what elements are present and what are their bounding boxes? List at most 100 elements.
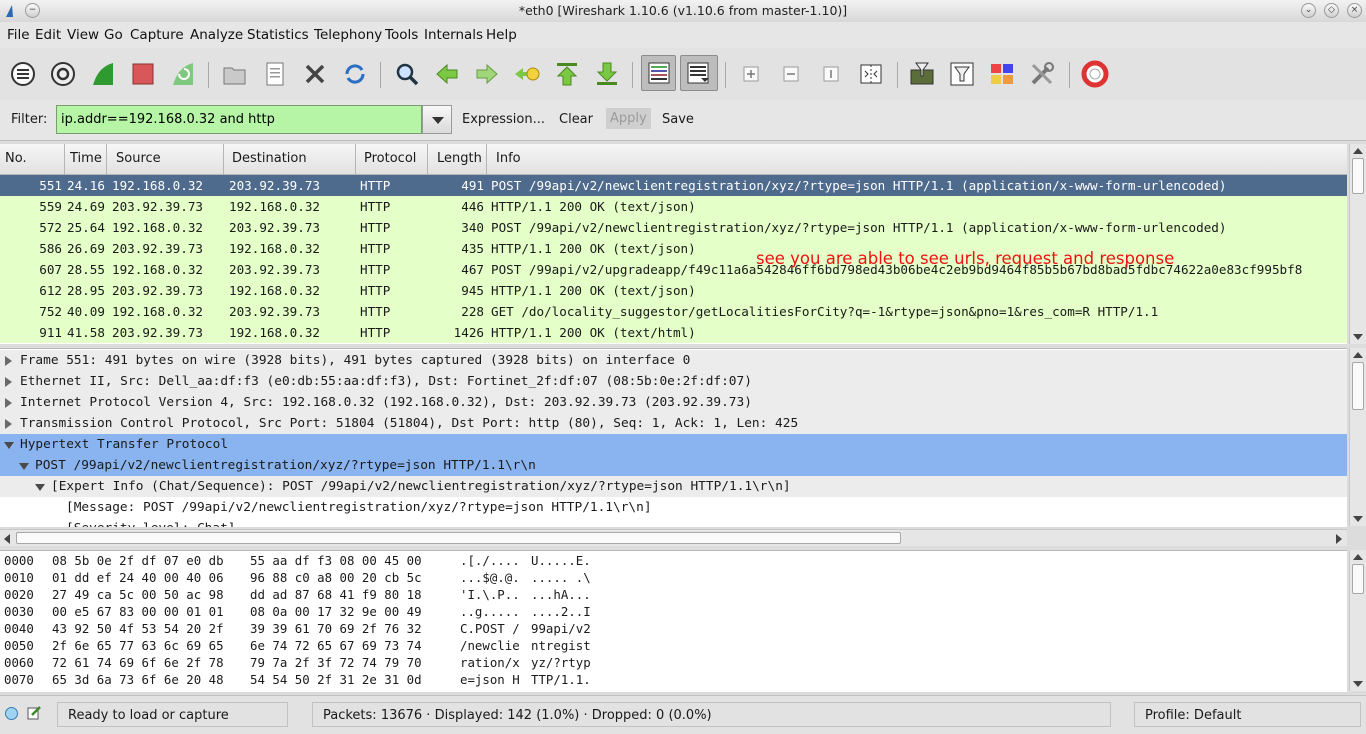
maximize-button[interactable]: ◇ <box>1324 3 1339 18</box>
tree-item-tcp[interactable]: Transmission Control Protocol, Src Port:… <box>0 413 1347 434</box>
zoom-in-icon[interactable] <box>737 60 765 88</box>
packet-list-scrollbar[interactable] <box>1349 144 1366 344</box>
help-icon[interactable] <box>1081 60 1109 88</box>
details-horizontal-scrollbar[interactable] <box>0 529 1347 546</box>
expand-arrow-icon[interactable] <box>5 377 12 387</box>
menu-view[interactable]: View <box>67 27 99 43</box>
go-back-icon[interactable] <box>433 60 461 88</box>
expand-arrow-icon[interactable] <box>5 419 12 429</box>
open-file-icon[interactable] <box>221 60 249 88</box>
display-filter-input[interactable] <box>56 105 422 134</box>
apply-filter-button[interactable]: Apply <box>606 108 651 129</box>
collapse-arrow-icon[interactable] <box>19 463 29 470</box>
hex-bytes-left: 27 49 ca 5c 00 50 ac 98 <box>52 587 224 602</box>
expand-arrow-icon[interactable] <box>5 398 12 408</box>
scroll-down-arrow-icon[interactable] <box>1353 334 1363 340</box>
clear-filter-button[interactable]: Clear <box>559 112 593 127</box>
scrollbar-thumb[interactable] <box>1352 362 1364 410</box>
scroll-down-arrow-icon[interactable] <box>1353 681 1363 687</box>
scroll-down-arrow-icon[interactable] <box>1353 516 1363 522</box>
scroll-up-arrow-icon[interactable] <box>1353 148 1363 154</box>
packet-row[interactable]: 612 28.95 203.92.39.73 192.168.0.32 HTTP 945 H… <box>0 280 1347 301</box>
menu-telephony[interactable]: Telephony <box>314 27 382 43</box>
scroll-up-arrow-icon[interactable] <box>1353 352 1363 358</box>
tree-item-message[interactable]: [Message: POST /99api/v2/newclientregist… <box>0 497 1347 518</box>
tree-item-ip[interactable]: Internet Protocol Version 4, Src: 192.16… <box>0 392 1347 413</box>
tree-item-severity[interactable]: [Severity level: Chat] <box>0 518 1347 527</box>
tree-item-frame[interactable]: Frame 551: 491 bytes on wire (3928 bits)… <box>0 350 1347 371</box>
details-scrollbar[interactable] <box>1349 348 1366 526</box>
go-to-packet-icon[interactable] <box>513 60 541 88</box>
menu-file[interactable]: File <box>7 27 30 43</box>
scrollbar-thumb[interactable] <box>16 532 901 544</box>
packet-row[interactable]: 752 40.09 192.168.0.32 203.92.39.73 HTTP 228 G… <box>0 301 1347 322</box>
minimize-button[interactable]: ⌄ <box>1301 3 1316 18</box>
reload-icon[interactable] <box>341 60 369 88</box>
capture-comment-icon[interactable] <box>26 705 42 721</box>
packet-cell-length: 340 <box>461 220 484 235</box>
display-filters-icon[interactable] <box>948 60 976 88</box>
scrollbar-thumb[interactable] <box>1352 564 1364 594</box>
packet-bytes-pane[interactable]: 0000 08 5b 0e 2f df 07 e0 db 55 aa df f3 0… <box>0 550 1347 692</box>
menu-go[interactable]: Go <box>104 27 123 43</box>
menu-internals[interactable]: Internals <box>424 27 483 43</box>
packet-cell-protocol: HTTP <box>360 241 391 256</box>
expression-button[interactable]: Expression... <box>462 112 545 127</box>
column-header-source[interactable]: Source <box>107 144 224 174</box>
collapse-arrow-icon[interactable] <box>4 442 14 449</box>
menu-tools[interactable]: Tools <box>385 27 418 43</box>
tree-item-http-request-line[interactable]: POST /99api/v2/newclientregistration/xyz… <box>0 455 1347 476</box>
last-packet-icon[interactable] <box>593 60 621 88</box>
capture-filters-icon[interactable] <box>908 60 936 88</box>
column-header-no[interactable]: No. <box>0 144 65 174</box>
scroll-up-arrow-icon[interactable] <box>1353 554 1363 560</box>
packet-row[interactable]: 911 41.58 203.92.39.73 192.168.0.32 HTTP 1426… <box>0 322 1347 343</box>
first-packet-icon[interactable] <box>553 60 581 88</box>
bytes-scrollbar[interactable] <box>1349 550 1366 691</box>
colorize-icon[interactable] <box>641 55 676 91</box>
resize-columns-icon[interactable] <box>857 60 885 88</box>
start-capture-icon[interactable] <box>89 60 117 88</box>
preferences-icon[interactable] <box>1028 60 1056 88</box>
expand-arrow-icon[interactable] <box>5 356 12 366</box>
zoom-out-icon[interactable] <box>777 60 805 88</box>
find-packet-icon[interactable] <box>393 60 421 88</box>
scroll-right-arrow-icon[interactable] <box>1336 534 1342 544</box>
menu-help[interactable]: Help <box>486 27 517 43</box>
packet-row[interactable]: 559 24.69 203.92.39.73 192.168.0.32 HTTP 446 H… <box>0 196 1347 217</box>
save-filter-button[interactable]: Save <box>662 112 694 127</box>
scroll-left-arrow-icon[interactable] <box>4 534 10 544</box>
menu-analyze[interactable]: Analyze <box>190 27 243 43</box>
tree-item-ethernet[interactable]: Ethernet II, Src: Dell_aa:df:f3 (e0:db:5… <box>0 371 1347 392</box>
tree-item-http[interactable]: Hypertext Transfer Protocol <box>0 434 1347 455</box>
close-window-button[interactable]: × <box>1347 3 1362 18</box>
status-profile[interactable]: Profile: Default <box>1134 702 1361 727</box>
packet-row[interactable]: 551 24.16 192.168.0.32 203.92.39.73 HTTP 491 P… <box>0 175 1347 196</box>
menu-edit[interactable]: Edit <box>35 27 61 43</box>
restart-capture-icon[interactable] <box>169 60 197 88</box>
column-header-info[interactable]: Info <box>487 144 1347 174</box>
save-file-icon[interactable] <box>261 60 289 88</box>
filter-history-dropdown[interactable] <box>422 105 452 134</box>
packet-list[interactable]: No. Time Source Destination Protocol Len… <box>0 144 1347 344</box>
menu-capture[interactable]: Capture <box>130 27 184 43</box>
collapse-arrow-icon[interactable] <box>35 484 45 491</box>
stop-capture-icon[interactable] <box>129 60 157 88</box>
tree-item-expert-info[interactable]: [Expert Info (Chat/Sequence): POST /99ap… <box>0 476 1347 497</box>
close-file-icon[interactable] <box>301 60 329 88</box>
scrollbar-thumb[interactable] <box>1352 158 1364 194</box>
capture-options-icon[interactable] <box>49 60 77 88</box>
column-header-destination[interactable]: Destination <box>224 144 356 174</box>
packet-row[interactable]: 572 25.64 192.168.0.32 203.92.39.73 HTTP 340 P… <box>0 217 1347 238</box>
menu-statistics[interactable]: Statistics <box>247 27 309 43</box>
go-forward-icon[interactable] <box>473 60 501 88</box>
column-header-time[interactable]: Time <box>65 144 107 174</box>
expert-info-icon[interactable] <box>4 706 19 721</box>
coloring-rules-icon[interactable] <box>988 60 1016 88</box>
auto-scroll-icon[interactable] <box>680 55 718 91</box>
packet-details-tree[interactable]: Frame 551: 491 bytes on wire (3928 bits)… <box>0 348 1347 527</box>
interface-list-icon[interactable] <box>9 60 37 88</box>
column-header-protocol[interactable]: Protocol <box>356 144 428 174</box>
normal-size-icon[interactable] <box>817 60 845 88</box>
column-header-length[interactable]: Length <box>428 144 487 174</box>
